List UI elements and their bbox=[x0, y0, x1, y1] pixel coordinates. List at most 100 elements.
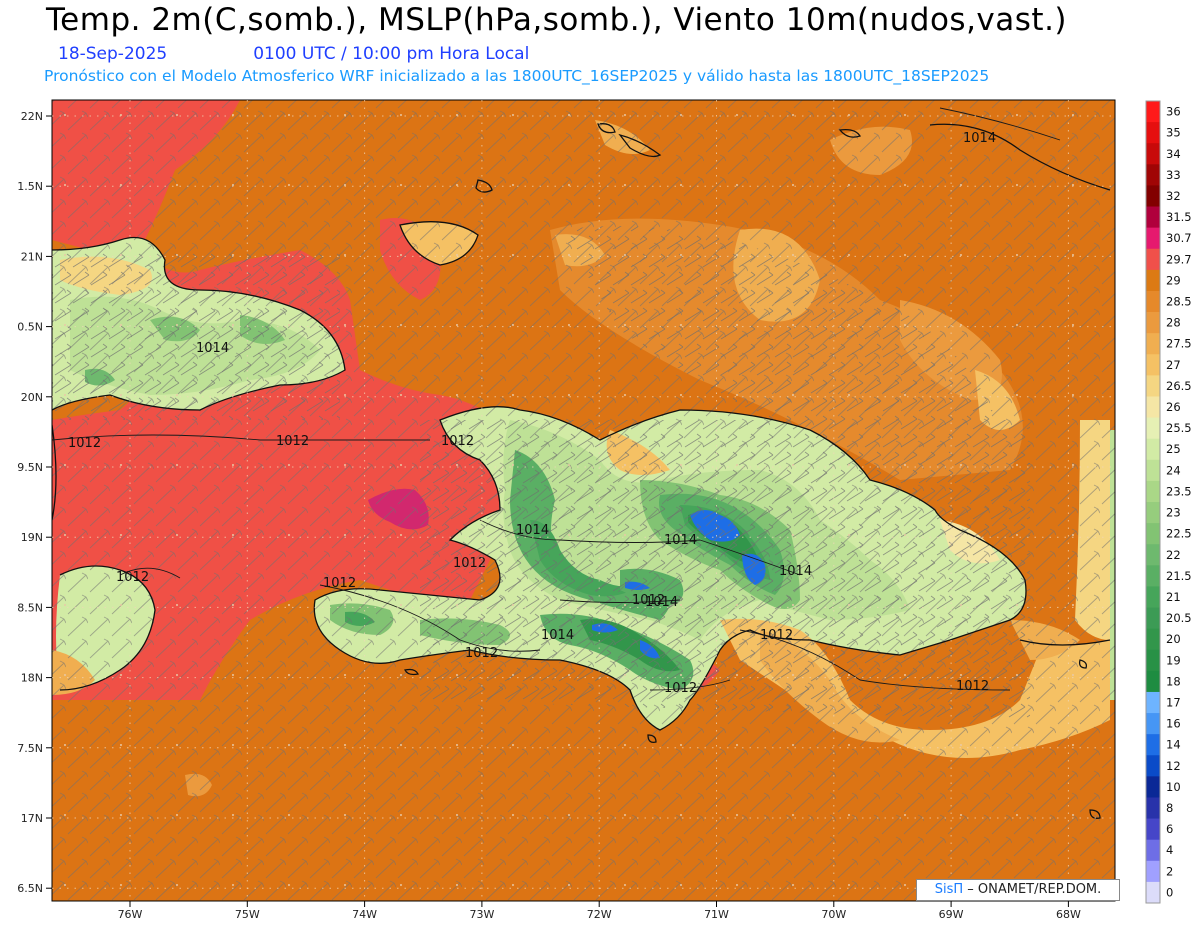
colorbar-label: 17 bbox=[1166, 696, 1181, 710]
colorbar-swatch bbox=[1146, 164, 1160, 186]
colorbar-label: 10 bbox=[1166, 780, 1181, 794]
colorbar-label: 33 bbox=[1166, 168, 1181, 182]
colorbar-swatch bbox=[1146, 586, 1160, 608]
colorbar-label: 20.5 bbox=[1166, 611, 1192, 625]
colorbar-swatch bbox=[1146, 122, 1160, 144]
colorbar-swatch bbox=[1146, 459, 1160, 482]
colorbar-label: 26 bbox=[1166, 400, 1181, 414]
colorbar-swatch bbox=[1146, 185, 1160, 207]
colorbar-label: 23 bbox=[1166, 506, 1181, 520]
colorbar-label: 22 bbox=[1166, 548, 1181, 562]
colorbar-swatch bbox=[1146, 607, 1160, 630]
isobar-label: 1012 bbox=[453, 556, 486, 571]
lat-label: 21N bbox=[21, 250, 43, 263]
colorbar-swatch bbox=[1146, 755, 1160, 777]
colorbar-swatch bbox=[1146, 839, 1160, 862]
colorbar-label: 12 bbox=[1166, 759, 1181, 773]
lat-label: 7.5N bbox=[17, 742, 43, 755]
colorbar-label: 34 bbox=[1166, 147, 1181, 161]
lat-label: 22N bbox=[21, 110, 43, 123]
lat-label: 8.5N bbox=[17, 601, 43, 614]
colorbar-label: 28 bbox=[1166, 316, 1181, 330]
colorbar-swatch bbox=[1146, 269, 1160, 292]
colorbar-label: 25.5 bbox=[1166, 421, 1192, 435]
colorbar-swatch bbox=[1146, 544, 1160, 566]
colorbar-label: 0 bbox=[1166, 885, 1173, 899]
isobar-label: 1014 bbox=[664, 533, 697, 548]
colorbar-swatch bbox=[1146, 333, 1160, 355]
forecast-map: 1014 1014 1012 1012 1012 1014 1012 1012 … bbox=[17, 99, 1192, 921]
isobar-label: 1012 bbox=[116, 570, 149, 585]
lat-label: 6.5N bbox=[17, 882, 43, 895]
colorbar-label: 27.5 bbox=[1166, 337, 1192, 351]
colorbar-swatch bbox=[1146, 776, 1160, 798]
credit-box: SisΠ – ONAMET/REP.DOM. bbox=[916, 879, 1120, 901]
colorbar-swatch bbox=[1146, 818, 1160, 841]
lon-label: 72W bbox=[587, 908, 612, 921]
lat-label: 1.5N bbox=[17, 180, 43, 193]
colorbar-swatch bbox=[1146, 417, 1160, 440]
colorbar-label: 19 bbox=[1166, 653, 1181, 667]
colorbar-swatch bbox=[1146, 670, 1160, 693]
lon-label: 71W bbox=[704, 908, 729, 921]
isobar-label: 1012 bbox=[441, 434, 474, 449]
colorbar-swatch bbox=[1146, 438, 1160, 461]
colorbar-label: 36 bbox=[1166, 105, 1181, 119]
isobar-label: 1014 bbox=[541, 628, 574, 643]
colorbar-label: 6 bbox=[1166, 822, 1173, 836]
colorbar-label: 27 bbox=[1166, 358, 1181, 372]
colorbar-swatch bbox=[1146, 101, 1160, 123]
colorbar-swatch bbox=[1146, 396, 1160, 418]
lat-label: 17N bbox=[21, 812, 43, 825]
colorbar-label: 31.5 bbox=[1166, 210, 1192, 224]
colorbar-label: 25 bbox=[1166, 442, 1181, 456]
colorbar-label: 21.5 bbox=[1166, 569, 1192, 583]
colorbar-label: 28.5 bbox=[1166, 295, 1192, 309]
colorbar-swatch bbox=[1146, 480, 1160, 503]
colorbar-label: 29 bbox=[1166, 273, 1181, 287]
colorbar-swatch bbox=[1146, 206, 1160, 229]
colorbar-label: 21 bbox=[1166, 590, 1181, 604]
grid-dots bbox=[52, 100, 1115, 901]
isobar-label: 1012 bbox=[760, 628, 793, 643]
colorbar-swatch bbox=[1146, 227, 1160, 250]
isobar-label: 1014 bbox=[963, 131, 996, 146]
colorbar-label: 24 bbox=[1166, 463, 1181, 477]
map-field bbox=[52, 100, 1115, 901]
colorbar-swatch bbox=[1146, 713, 1160, 735]
sispi-logo: SisΠ bbox=[934, 882, 964, 897]
isobar-label: 1014 bbox=[196, 341, 229, 356]
colorbar-swatch bbox=[1146, 881, 1160, 904]
lon-label: 70W bbox=[821, 908, 846, 921]
isobar-label: 1014 bbox=[516, 523, 549, 538]
credit-text: – ONAMET/REP.DOM. bbox=[967, 882, 1102, 897]
lon-label: 75W bbox=[235, 908, 260, 921]
isobar-label: 1012 bbox=[323, 576, 356, 591]
colorbar-swatch bbox=[1146, 312, 1160, 334]
colorbar-label: 8 bbox=[1166, 801, 1173, 815]
colorbar-label: 30.7 bbox=[1166, 231, 1192, 245]
colorbar-swatch bbox=[1146, 691, 1160, 714]
lat-label: 9.5N bbox=[17, 461, 43, 474]
lat-label: 18N bbox=[21, 672, 43, 685]
colorbar-label: 18 bbox=[1166, 674, 1181, 688]
lat-label: 0.5N bbox=[17, 321, 43, 334]
colorbar-swatch bbox=[1146, 797, 1160, 819]
lon-label: 69W bbox=[939, 908, 964, 921]
colorbar-swatch bbox=[1146, 502, 1160, 524]
lon-label: 74W bbox=[352, 908, 377, 921]
colorbar-label: 32 bbox=[1166, 189, 1181, 203]
temperature-colorbar: 363534333231.530.729.72928.52827.52726.5… bbox=[1145, 100, 1192, 904]
colorbar-label: 16 bbox=[1166, 717, 1181, 731]
colorbar-label: 4 bbox=[1166, 843, 1173, 857]
colorbar-swatch bbox=[1146, 523, 1160, 545]
colorbar-swatch bbox=[1146, 354, 1160, 376]
isobar-label: 1012 bbox=[68, 436, 101, 451]
lon-label: 68W bbox=[1056, 908, 1081, 921]
colorbar-swatch bbox=[1146, 628, 1160, 651]
lon-label: 76W bbox=[118, 908, 143, 921]
isobar-label: 1012 bbox=[632, 593, 665, 608]
colorbar-label: 22.5 bbox=[1166, 527, 1192, 541]
colorbar-label: 23.5 bbox=[1166, 484, 1192, 498]
colorbar-label: 29.7 bbox=[1166, 252, 1192, 266]
